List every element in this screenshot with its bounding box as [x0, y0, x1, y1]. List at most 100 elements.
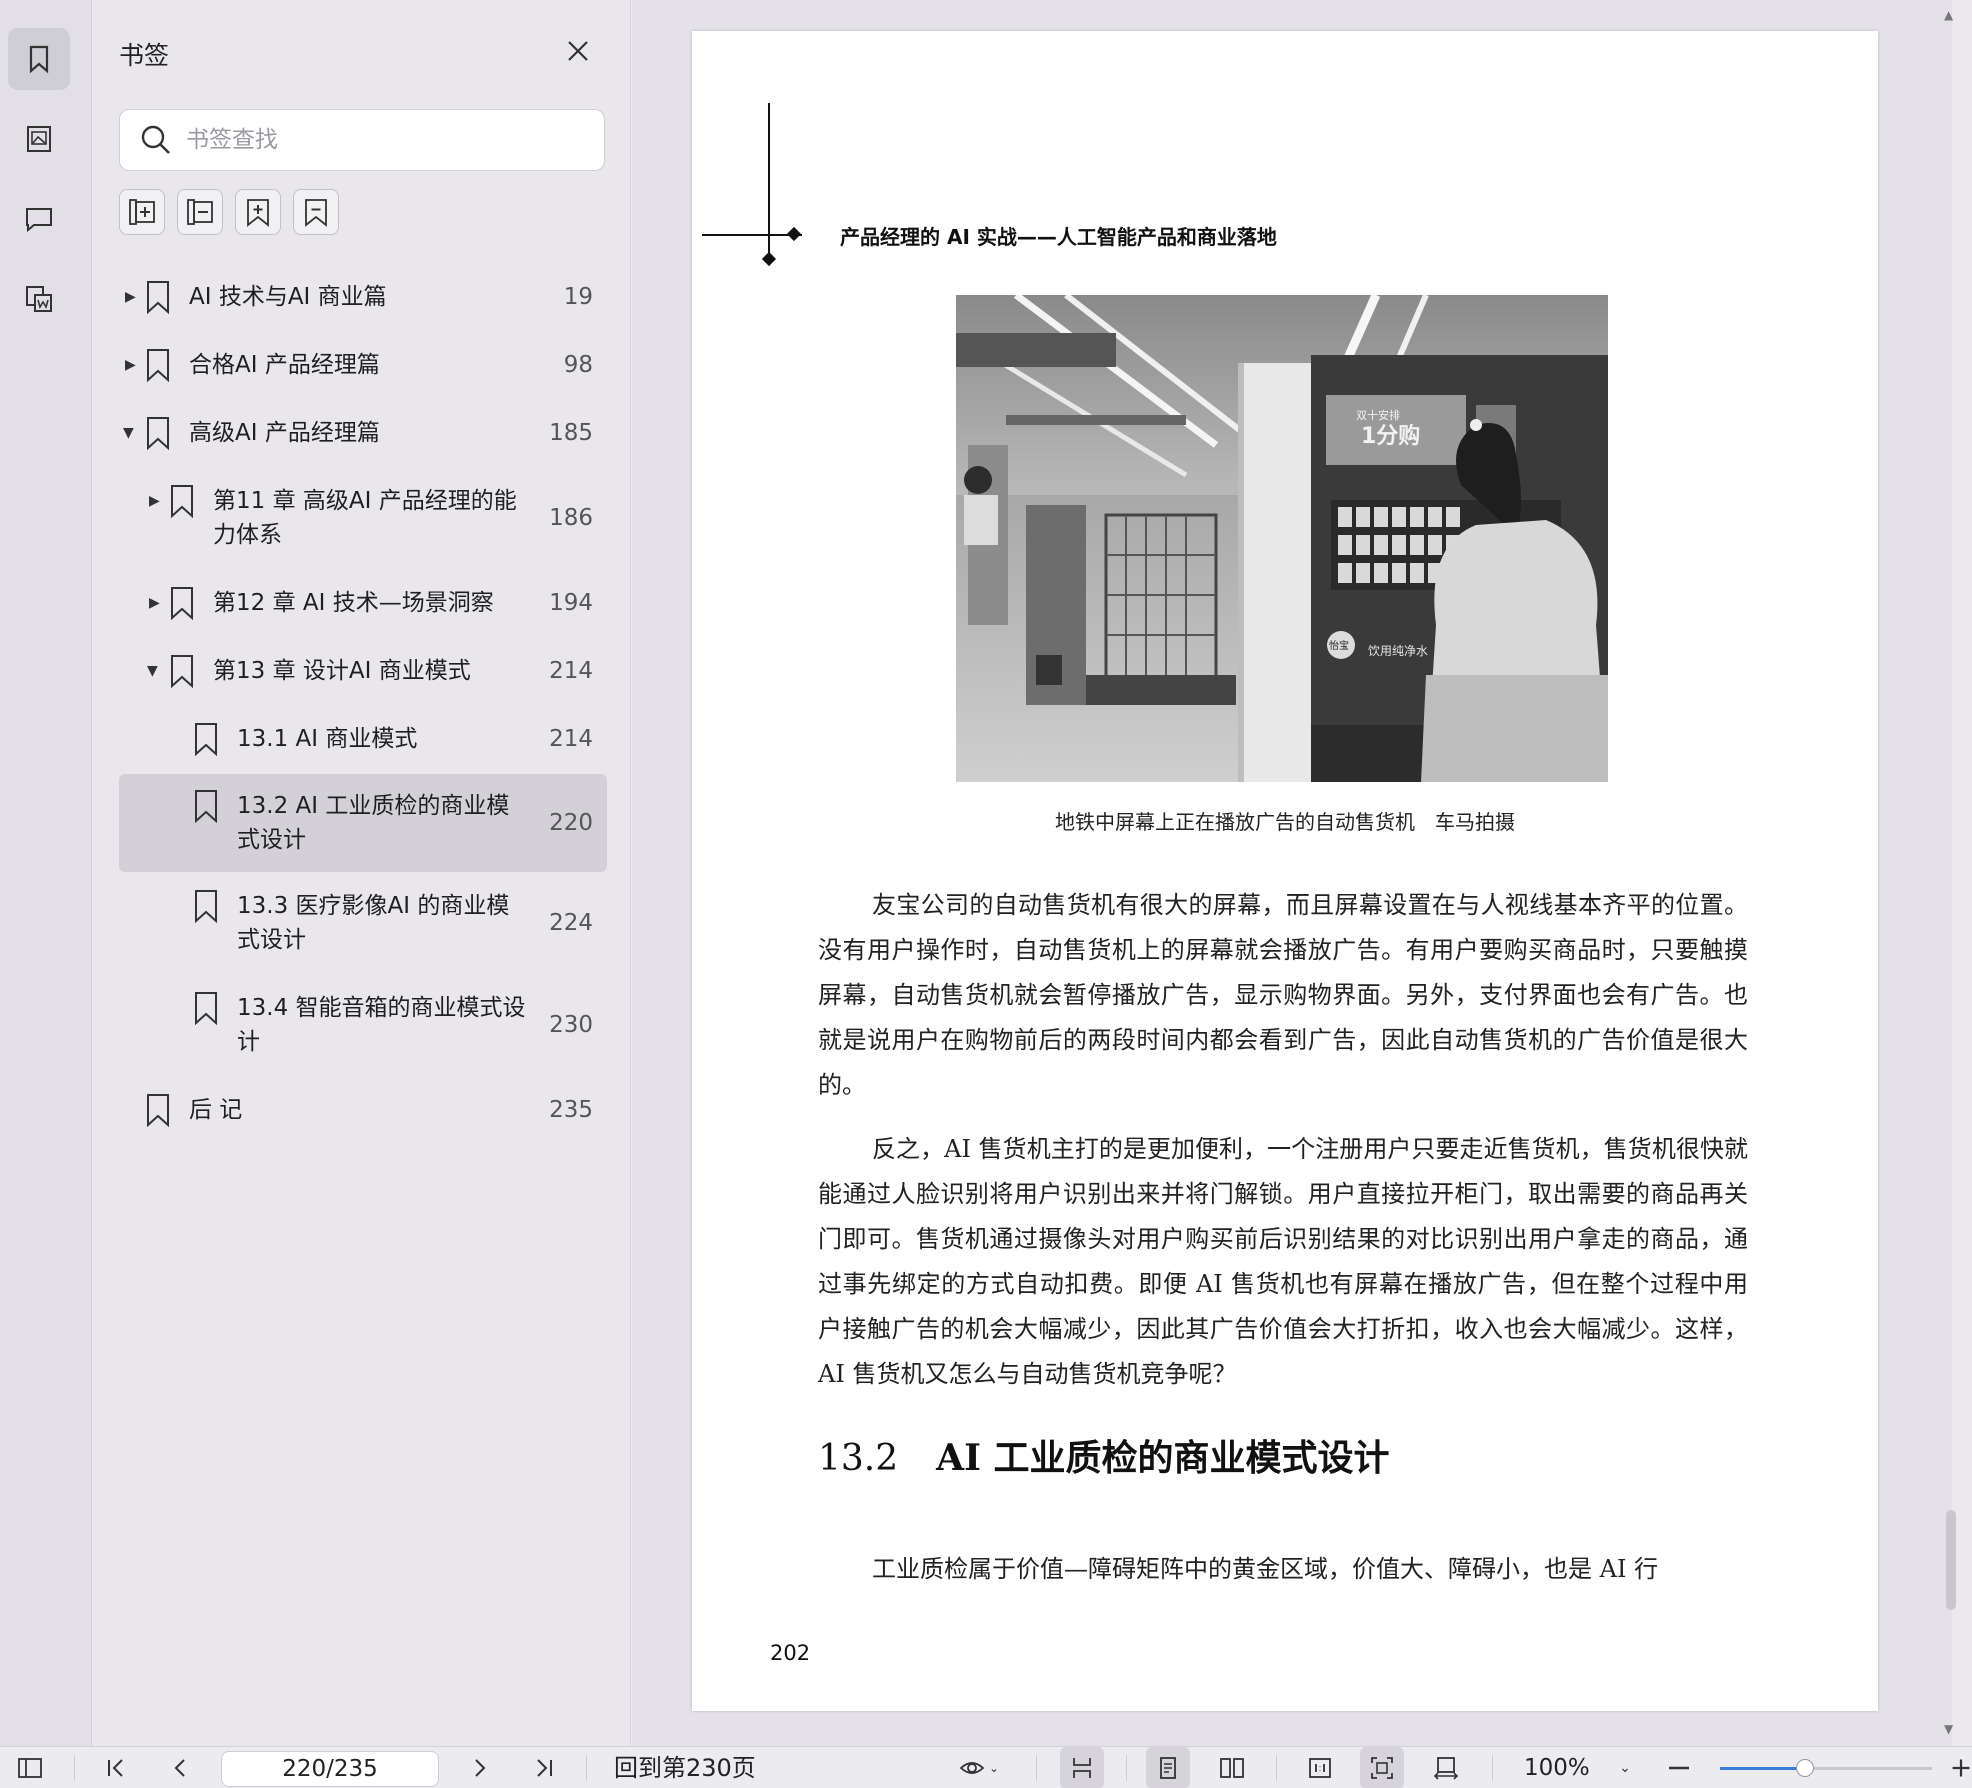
- machine-screen-banner: 1分购: [1361, 423, 1420, 449]
- single-page-button[interactable]: [1146, 1747, 1190, 1788]
- bookmark-icon: [195, 790, 217, 823]
- page-number-input[interactable]: 220/235: [221, 1751, 439, 1787]
- zoom-in-button[interactable]: [1950, 1747, 1972, 1788]
- zoom-slider-handle[interactable]: [1795, 1759, 1814, 1777]
- bookmark-label: 13.4 智能音箱的商业模式设计: [237, 995, 526, 1055]
- next-page-button[interactable]: [464, 1747, 496, 1788]
- expand-arrow-icon[interactable]: ▶: [125, 280, 141, 314]
- actual-size-button[interactable]: [1298, 1747, 1342, 1788]
- section-title: AI 工业质检的商业模式设计: [936, 1437, 1390, 1479]
- collapse-all-button[interactable]: [177, 189, 223, 235]
- fit-width-button[interactable]: [1424, 1747, 1468, 1788]
- bookmark-item-selected[interactable]: 13.2 AI 工业质检的商业模式设计 220: [119, 774, 607, 872]
- chevron-right-icon: [475, 1759, 486, 1777]
- comment-icon: [26, 208, 52, 233]
- back-to-page-link[interactable]: 回到第230页: [614, 1747, 756, 1788]
- bookmark-item[interactable]: ▶ AI 技术与AI 商业篇 19: [119, 263, 607, 331]
- read-mode-button[interactable]: ⌄: [950, 1747, 1008, 1788]
- bookmark-item[interactable]: 13.4 智能音箱的商业模式设计 230: [119, 974, 607, 1076]
- bottom-toolbar: 220/235 回到第230页 ⌄ 100% ⌄: [0, 1746, 1972, 1788]
- two-page-button[interactable]: [1210, 1747, 1254, 1788]
- bookmark-label: 13.1 AI 商业模式: [237, 726, 418, 752]
- expand-arrow-icon[interactable]: ▶: [149, 586, 165, 620]
- panel-title: 书签: [119, 41, 170, 70]
- first-page-button[interactable]: [100, 1747, 132, 1788]
- word-export-rail-button[interactable]: [8, 268, 70, 330]
- fit-width-icon: [1433, 1757, 1459, 1780]
- bookmark-label: 13.3 医疗影像AI 的商业模式设计: [237, 893, 510, 953]
- bookmark-search-input[interactable]: [186, 127, 586, 153]
- bookmark-icon: [29, 45, 49, 74]
- toolbar-divider: [1276, 1755, 1277, 1781]
- thumbnail-icon: [27, 126, 51, 152]
- document-page: 产品经理的 AI 实战——人工智能产品和商业落地 1分购 双十安排 怡宝 饮用纯…: [692, 31, 1878, 1711]
- previous-page-button[interactable]: [164, 1747, 196, 1788]
- bookmark-page: 235: [549, 1097, 593, 1123]
- zoom-out-button[interactable]: [1664, 1747, 1694, 1788]
- body-paragraph: 工业质检属于价值—障碍矩阵中的黄金区域，价值大、障碍小，也是 AI 行: [872, 1555, 1659, 1583]
- expand-all-button[interactable]: [119, 189, 165, 235]
- last-page-button[interactable]: [528, 1747, 560, 1788]
- toolbar-divider: [1492, 1755, 1493, 1781]
- bookmark-page: 185: [549, 420, 593, 446]
- comment-rail-button[interactable]: [8, 188, 70, 250]
- bookmark-page: 214: [549, 658, 593, 684]
- bookmark-toolbar: [119, 189, 339, 235]
- zoom-slider-fill: [1720, 1767, 1805, 1770]
- bookmark-icon: [195, 992, 217, 1025]
- expand-arrow-icon[interactable]: ▶: [125, 348, 141, 382]
- bookmark-page: 220: [549, 810, 593, 836]
- bookmark-panel: 书签 ▶ AI 技术与AI 商业篇 19 ▶ 合格A: [93, 0, 631, 1746]
- bookmark-item[interactable]: ▼ 第13 章 设计AI 商业模式 214: [119, 637, 607, 705]
- close-panel-button[interactable]: [563, 36, 593, 66]
- toolbar-divider: [1036, 1755, 1037, 1781]
- bookmark-item[interactable]: ▼ 高级AI 产品经理篇 185: [119, 399, 607, 467]
- toggle-sidebar-button[interactable]: [12, 1747, 48, 1788]
- add-bookmark-button[interactable]: [235, 189, 281, 235]
- crop-mark-diamond: [761, 251, 777, 267]
- bookmark-item[interactable]: 13.3 医疗影像AI 的商业模式设计 224: [119, 872, 607, 974]
- section-number: 13.2: [818, 1438, 899, 1479]
- crop-mark-diamond: [786, 226, 802, 242]
- actual-size-icon: [1309, 1758, 1331, 1778]
- bookmark-item[interactable]: ▶ 第12 章 AI 技术—场景洞察 194: [119, 569, 607, 637]
- machine-screen-small: 双十安排: [1356, 408, 1400, 422]
- toolbar-divider: [74, 1755, 75, 1781]
- bookmark-page: 98: [563, 352, 593, 378]
- bookmark-rail-button[interactable]: [8, 28, 70, 90]
- bookmark-item[interactable]: ▶ 第11 章 高级AI 产品经理的能力体系 186: [119, 467, 607, 569]
- zoom-level[interactable]: 100%: [1524, 1747, 1590, 1788]
- bookmark-search-box: [119, 109, 605, 171]
- bookmark-item[interactable]: ▶ 合格AI 产品经理篇 98: [119, 331, 607, 399]
- chevron-left-icon: [174, 1759, 185, 1777]
- fit-page-button[interactable]: [1360, 1747, 1404, 1788]
- photo-illustration: 1分购 双十安排 怡宝 饮用纯净水: [956, 295, 1608, 782]
- close-icon: [568, 41, 588, 61]
- bookmark-item[interactable]: 13.1 AI 商业模式 214: [119, 705, 607, 773]
- continuous-scroll-icon: [1073, 1758, 1091, 1778]
- zoom-dropdown-chevron-icon[interactable]: ⌄: [1614, 1747, 1636, 1788]
- bookmark-label: 高级AI 产品经理篇: [189, 420, 380, 446]
- collapse-arrow-icon[interactable]: ▼: [147, 654, 163, 688]
- collapse-all-icon: [187, 199, 213, 225]
- running-head: 产品经理的 AI 实战——人工智能产品和商业落地: [840, 225, 1277, 249]
- scroll-up-arrow-icon[interactable]: ▲: [1944, 8, 1953, 22]
- word-export-icon: [26, 286, 52, 312]
- page-number: 202: [770, 1641, 811, 1665]
- expand-arrow-icon[interactable]: ▶: [149, 484, 165, 518]
- body-paragraph: 反之，AI 售货机主打的是更加便利，一个注册用户只要走近售货机，售货机很快就能通…: [818, 1135, 1748, 1388]
- continuous-scroll-button[interactable]: [1060, 1747, 1104, 1788]
- bookmark-label: AI 技术与AI 商业篇: [189, 284, 387, 310]
- section-heading: 13.2 AI 工业质检的商业模式设计: [818, 1429, 1389, 1481]
- first-page-icon: [108, 1759, 123, 1777]
- bookmark-item[interactable]: 后 记 235: [119, 1076, 607, 1144]
- bookmark-page: 194: [549, 590, 593, 616]
- remove-bookmark-button[interactable]: [293, 189, 339, 235]
- vertical-scrollbar[interactable]: [1946, 1510, 1956, 1610]
- bookmark-page: 224: [549, 910, 593, 936]
- scroll-down-arrow-icon[interactable]: ▼: [1944, 1722, 1953, 1736]
- thumbnail-rail-button[interactable]: [8, 108, 70, 170]
- collapse-arrow-icon[interactable]: ▼: [123, 416, 139, 450]
- sidebar-toggle-icon: [18, 1758, 42, 1778]
- bookmark-page: 214: [549, 726, 593, 752]
